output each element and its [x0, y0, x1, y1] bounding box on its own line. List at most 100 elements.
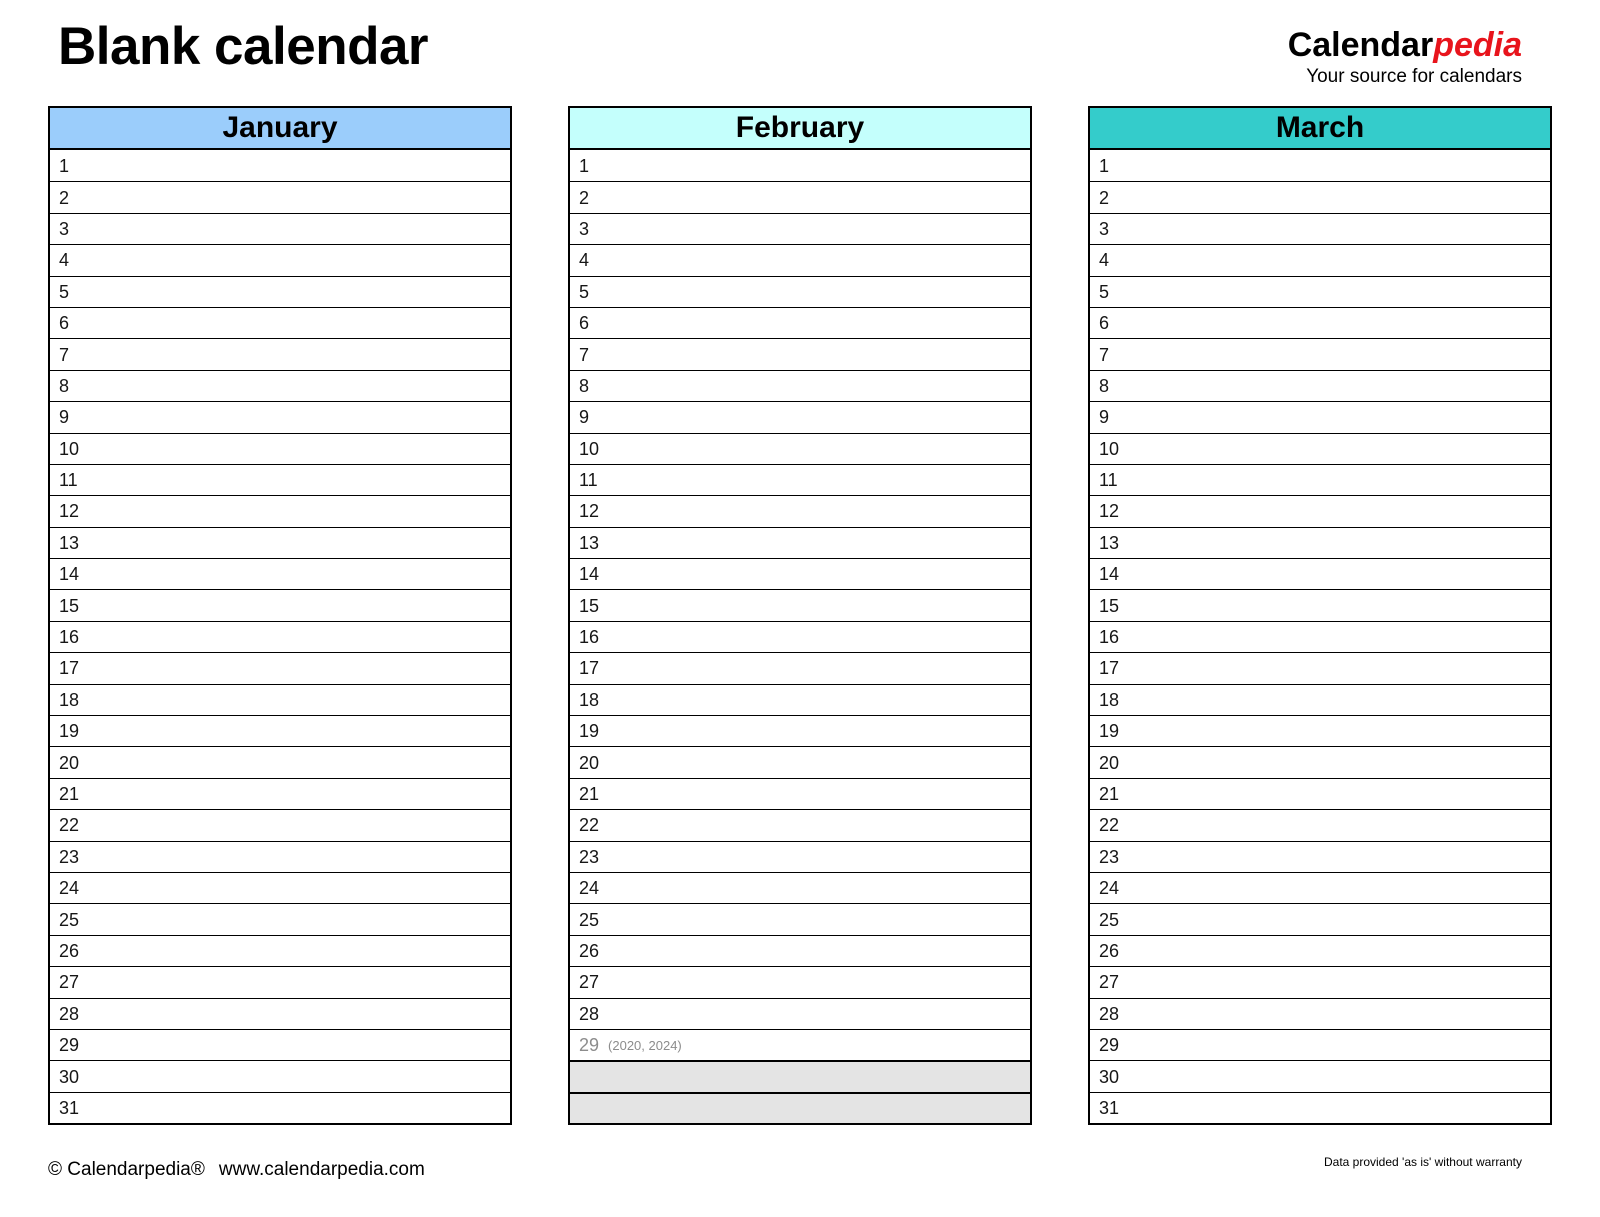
day-row[interactable]: 30: [1090, 1060, 1550, 1092]
day-row[interactable]: 9: [1090, 401, 1550, 433]
day-row[interactable]: 4: [570, 244, 1030, 276]
day-row[interactable]: 26: [50, 934, 510, 967]
day-row[interactable]: 8: [50, 369, 510, 402]
day-row[interactable]: 1: [50, 150, 510, 182]
day-row[interactable]: 24: [50, 871, 510, 904]
day-row[interactable]: 18: [50, 683, 510, 716]
day-row[interactable]: 12: [570, 495, 1030, 527]
day-row[interactable]: 19: [50, 715, 510, 747]
day-row[interactable]: 15: [1090, 589, 1550, 621]
day-row[interactable]: 5: [50, 275, 510, 307]
day-row[interactable]: 8: [570, 369, 1030, 402]
day-row[interactable]: 12: [1090, 495, 1550, 527]
day-row[interactable]: 6: [50, 306, 510, 339]
day-row[interactable]: 11: [50, 463, 510, 496]
day-row[interactable]: 13: [570, 526, 1030, 559]
day-table-february: 1 2 3 4 5 6 7 8 9 10 11 12 13 14 15 16 17 18 19 20 21 22 23 24 2…: [568, 150, 1032, 1126]
day-row[interactable]: 11: [1090, 463, 1550, 496]
day-row[interactable]: 29: [50, 1028, 510, 1061]
day-row[interactable]: 2: [50, 181, 510, 213]
footer-disclaimer: Data provided 'as is' without warranty: [1323, 1155, 1522, 1169]
day-row[interactable]: 23: [570, 840, 1030, 872]
day-row[interactable]: 6: [570, 306, 1030, 339]
day-row-empty[interactable]: [570, 1091, 1030, 1124]
day-row[interactable]: 19: [570, 715, 1030, 747]
day-row[interactable]: 14: [50, 558, 510, 590]
day-row[interactable]: 23: [1090, 840, 1550, 872]
day-row[interactable]: 26: [1090, 934, 1550, 967]
day-row[interactable]: 4: [50, 244, 510, 276]
day-row[interactable]: 30: [50, 1060, 510, 1092]
day-row[interactable]: 17: [1090, 652, 1550, 684]
day-row[interactable]: 9: [570, 401, 1030, 433]
day-row[interactable]: 10: [570, 432, 1030, 464]
day-row[interactable]: 19: [1090, 715, 1550, 747]
day-row[interactable]: 9: [50, 401, 510, 433]
day-row[interactable]: 16: [50, 620, 510, 653]
day-row[interactable]: 4: [1090, 244, 1550, 276]
day-row[interactable]: 20: [570, 746, 1030, 778]
day-row[interactable]: 7: [1090, 338, 1550, 370]
day-row[interactable]: 16: [1090, 620, 1550, 653]
day-row[interactable]: 22: [1090, 809, 1550, 841]
day-row[interactable]: 13: [50, 526, 510, 559]
day-row[interactable]: 10: [50, 432, 510, 464]
day-row[interactable]: 13: [1090, 526, 1550, 559]
day-row[interactable]: 21: [50, 777, 510, 810]
day-row[interactable]: 8: [1090, 369, 1550, 402]
day-row[interactable]: 23: [50, 840, 510, 872]
day-row[interactable]: 5: [1090, 275, 1550, 307]
day-row[interactable]: 11: [570, 463, 1030, 496]
day-row[interactable]: 28: [1090, 997, 1550, 1029]
day-row[interactable]: 22: [50, 809, 510, 841]
day-number: 24: [1099, 878, 1120, 899]
day-row[interactable]: 7: [50, 338, 510, 370]
day-row[interactable]: 17: [570, 652, 1030, 684]
day-row[interactable]: 24: [1090, 871, 1550, 904]
day-row[interactable]: 29: [1090, 1028, 1550, 1061]
day-row[interactable]: 26: [570, 934, 1030, 967]
day-row[interactable]: 14: [1090, 558, 1550, 590]
day-row[interactable]: 10: [1090, 432, 1550, 464]
day-row[interactable]: 27: [50, 966, 510, 998]
day-row[interactable]: 3: [50, 212, 510, 245]
day-row[interactable]: 2: [570, 181, 1030, 213]
day-row[interactable]: 12: [50, 495, 510, 527]
day-row[interactable]: 3: [570, 212, 1030, 245]
day-row[interactable]: 21: [1090, 777, 1550, 810]
day-row[interactable]: 6: [1090, 306, 1550, 339]
footer-website-link[interactable]: www.calendarpedia.com: [219, 1159, 425, 1180]
day-number: 13: [579, 532, 600, 553]
day-row[interactable]: 2: [1090, 181, 1550, 213]
day-row[interactable]: 20: [50, 746, 510, 778]
day-row[interactable]: 16: [570, 620, 1030, 653]
day-row[interactable]: 18: [1090, 683, 1550, 716]
day-row[interactable]: 21: [570, 777, 1030, 810]
day-row[interactable]: 7: [570, 338, 1030, 370]
day-row[interactable]: 25: [570, 903, 1030, 935]
day-row[interactable]: 1: [570, 150, 1030, 182]
day-row[interactable]: 25: [1090, 903, 1550, 935]
day-row[interactable]: 27: [1090, 966, 1550, 998]
day-row[interactable]: 1: [1090, 150, 1550, 182]
day-row[interactable]: 28: [50, 997, 510, 1029]
day-row[interactable]: 15: [570, 589, 1030, 621]
day-row[interactable]: 27: [570, 966, 1030, 998]
day-row[interactable]: 31: [1090, 1091, 1550, 1124]
day-row[interactable]: 31: [50, 1091, 510, 1124]
day-row[interactable]: 22: [570, 809, 1030, 841]
day-row[interactable]: 20: [1090, 746, 1550, 778]
day-row[interactable]: 25: [50, 903, 510, 935]
day-number: 7: [59, 344, 70, 365]
day-row[interactable]: 17: [50, 652, 510, 684]
day-row[interactable]: 14: [570, 558, 1030, 590]
day-row[interactable]: 5: [570, 275, 1030, 307]
day-row[interactable]: 29 (2020, 2024): [570, 1028, 1030, 1061]
day-row[interactable]: 28: [570, 997, 1030, 1029]
day-row[interactable]: 18: [570, 683, 1030, 716]
day-row[interactable]: 24: [570, 871, 1030, 904]
day-row-empty[interactable]: [570, 1060, 1030, 1092]
day-row[interactable]: 15: [50, 589, 510, 621]
day-row[interactable]: 3: [1090, 212, 1550, 245]
day-number: 13: [59, 532, 80, 553]
